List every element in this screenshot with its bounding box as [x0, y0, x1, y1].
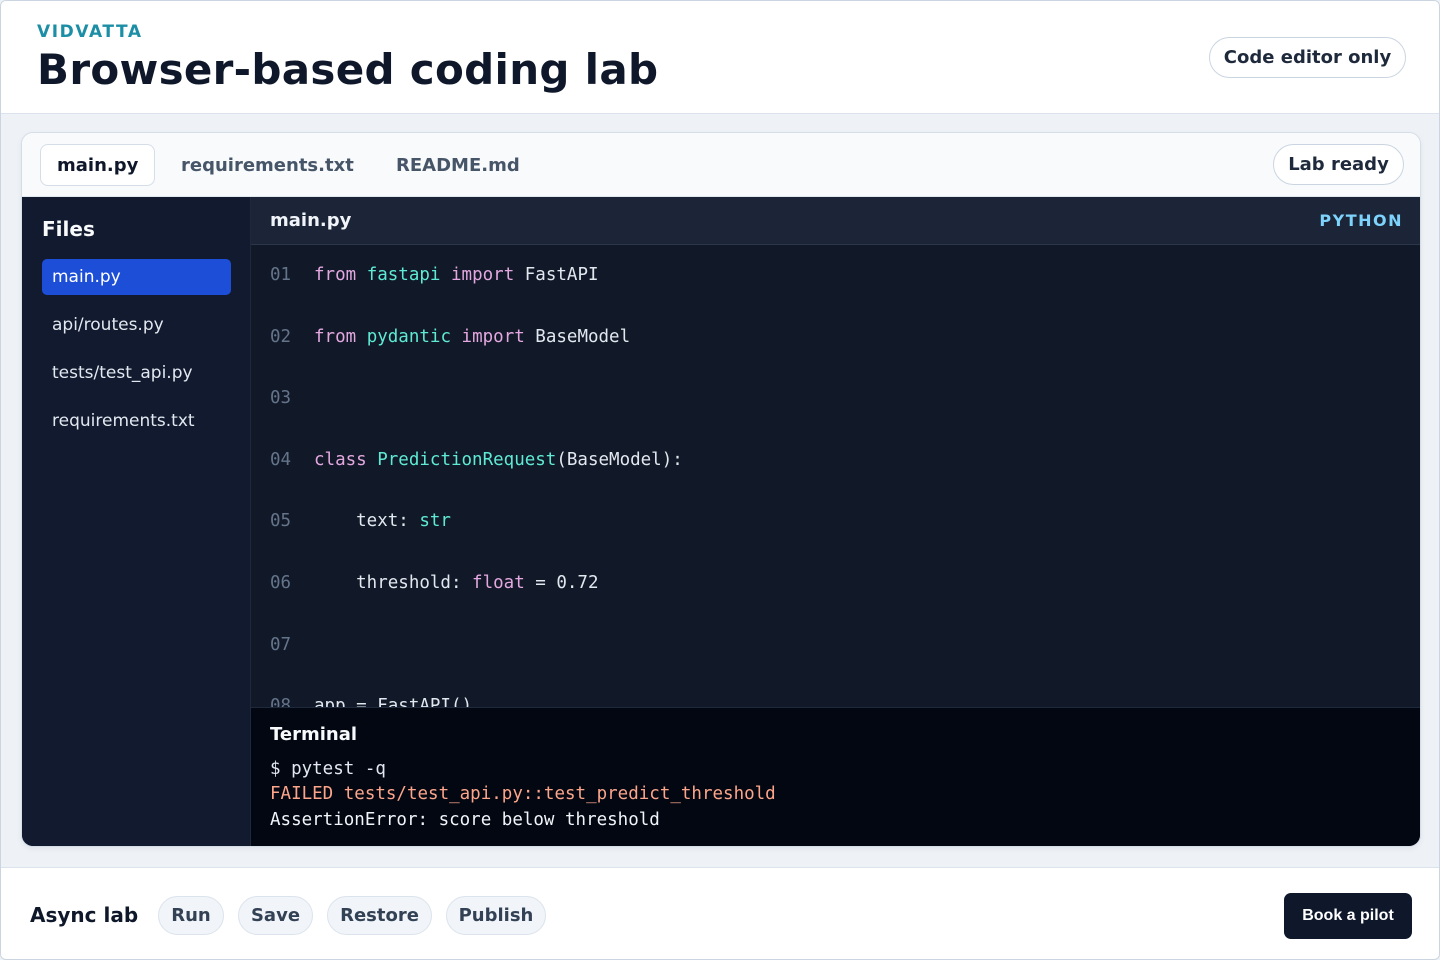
page-title: Browser-based coding lab	[37, 45, 659, 94]
code-area[interactable]: 01 from fastapi import FastAPI 02 from pyda…	[251, 245, 1420, 707]
terminal-line: FAILED tests/test_api.py::test_predict_t…	[270, 784, 776, 804]
code-text: app = FastAPI()	[314, 696, 473, 707]
line-number: 08	[270, 696, 292, 707]
code-line: 05 text: str	[251, 508, 1420, 534]
terminal-line: AssertionError: score below threshold	[270, 810, 660, 830]
sidebar-item-tests-test-api-py[interactable]: tests/test_api.py	[42, 355, 231, 391]
line-number: 01	[270, 265, 292, 285]
code-line: 07	[251, 632, 1420, 658]
run-button[interactable]: Run	[158, 896, 224, 935]
brand-logo: VIDVATTA	[37, 22, 143, 42]
app-frame: VIDVATTA Browser-based coding lab Code e…	[0, 0, 1440, 960]
sidebar-item-requirements-txt[interactable]: requirements.txt	[42, 403, 231, 439]
editor-header: main.py PYTHON	[251, 197, 1420, 245]
terminal-title: Terminal	[270, 724, 358, 745]
sidebar-item-main-py[interactable]: main.py	[42, 259, 231, 295]
status-badge: Lab ready	[1273, 144, 1404, 185]
restore-button[interactable]: Restore	[327, 896, 432, 935]
terminal-panel: Terminal $ pytest -q FAILED tests/test_a…	[251, 707, 1420, 846]
code-line: 04 class PredictionRequest(BaseModel):	[251, 447, 1420, 473]
code-text: from pydantic import BaseModel	[314, 326, 631, 347]
line-number: 02	[270, 326, 292, 347]
code-line: 01 from fastapi import FastAPI	[251, 262, 1420, 288]
language-badge: PYTHON	[1319, 211, 1403, 230]
line-number: 07	[270, 634, 292, 655]
code-text: class PredictionRequest(BaseModel):	[314, 449, 683, 470]
workspace: Files main.py api/routes.py tests/test_a…	[22, 197, 1420, 846]
publish-button[interactable]: Publish	[446, 896, 546, 935]
line-number: 03	[270, 388, 292, 409]
sidebar-title: Files	[42, 217, 95, 241]
page-header: VIDVATTA Browser-based coding lab Code e…	[1, 1, 1439, 114]
code-line: 03	[251, 385, 1420, 411]
code-editor: main.py PYTHON 01 from fastapi import Fas…	[251, 197, 1420, 707]
code-text: threshold: float = 0.72	[314, 573, 599, 593]
code-line: 02 from pydantic import BaseModel	[251, 324, 1420, 350]
code-line: 06 threshold: float = 0.72	[251, 570, 1420, 596]
code-text: from fastapi import FastAPI	[314, 265, 599, 285]
tab-bar: main.py requirements.txt README.md Lab r…	[22, 133, 1420, 197]
line-number: 04	[270, 449, 292, 470]
code-editor-only-button[interactable]: Code editor only	[1209, 37, 1406, 78]
editor-filename: main.py	[270, 210, 352, 231]
sidebar-item-api-routes-py[interactable]: api/routes.py	[42, 307, 231, 343]
action-footer: Async lab Run Save Restore Publish Book …	[1, 867, 1439, 959]
tab-main-py[interactable]: main.py	[40, 144, 155, 186]
code-text: text: str	[314, 511, 451, 532]
terminal-line: $ pytest -q	[270, 759, 386, 779]
line-number: 05	[270, 511, 292, 532]
file-sidebar: Files main.py api/routes.py tests/test_a…	[22, 197, 251, 846]
code-line: 08 app = FastAPI()	[251, 693, 1420, 707]
save-button[interactable]: Save	[238, 896, 313, 935]
tab-readme-md[interactable]: README.md	[396, 144, 520, 186]
lab-card: main.py requirements.txt README.md Lab r…	[21, 132, 1421, 847]
book-pilot-button[interactable]: Book a pilot	[1284, 893, 1412, 939]
line-number: 06	[270, 573, 292, 593]
tab-requirements-txt[interactable]: requirements.txt	[181, 144, 354, 186]
footer-title: Async lab	[30, 903, 139, 927]
